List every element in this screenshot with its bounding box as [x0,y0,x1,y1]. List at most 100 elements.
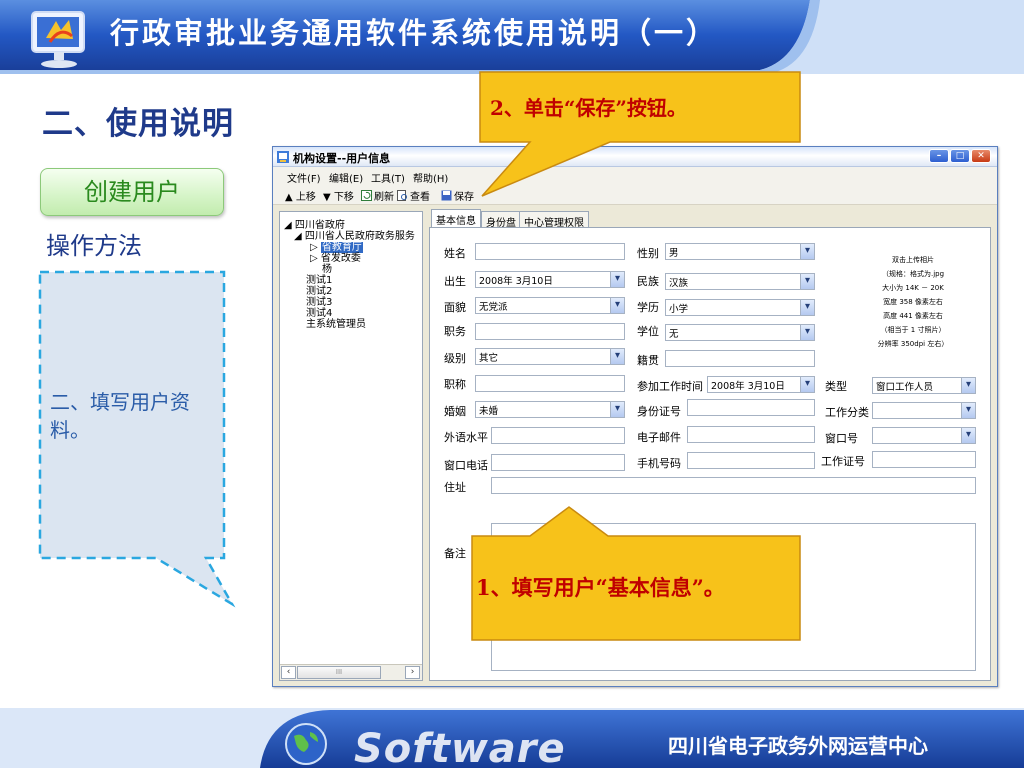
id-label: 身份证号 [637,405,681,418]
birth-label: 出生 [444,275,466,288]
birth-date-picker[interactable]: 2008年 3月10日 [475,271,625,288]
work-start-label: 参加工作时间 [637,380,703,393]
photo-hint-line: 双击上传相片 [892,256,934,264]
app-icon [277,151,289,163]
position-input[interactable] [475,323,625,340]
address-input[interactable] [491,477,976,494]
minimize-icon: – [936,151,942,161]
education-select[interactable]: 小学 [665,299,815,316]
type-label: 类型 [825,380,847,393]
save-label: 保存 [454,192,474,203]
menu-edit[interactable]: 编辑(E) [329,170,363,185]
section-title: 二、使用说明 [42,106,234,142]
refresh-button[interactable]: 刷新 [361,188,394,203]
degree-label: 学位 [637,325,659,338]
photo-hint-line: 宽度 358 像素左右 [883,298,943,306]
type-select[interactable]: 窗口工作人员 [872,377,976,394]
arrow-down-icon: ▼ [323,192,334,203]
title-input[interactable] [475,375,625,392]
remark-label: 备注 [444,547,466,560]
photo-upload-area[interactable]: 双击上传相片 （规格：格式为.jpg 大小为 14K － 20K 宽度 358 … [863,247,963,357]
email-label: 电子邮件 [637,431,681,444]
name-label: 姓名 [444,247,466,260]
political-label: 面貌 [444,301,466,314]
tree-node[interactable]: 主系统管理员 [306,315,366,330]
arrow-up-icon: ▲ [285,192,296,203]
move-down-button[interactable]: ▼ 下移 [323,188,354,203]
save-icon [441,190,452,201]
menubar: 文件(F) 编辑(E) 工具(T) 帮助(H) [273,167,997,185]
view-button[interactable]: 查看 [397,188,430,203]
photo-hint-line: （相当于 1 寸照片） [880,326,946,334]
title-label: 职称 [444,378,466,391]
globe-icon [285,723,327,765]
move-up-label: 上移 [295,192,316,203]
create-user-button[interactable]: 创建用户 [40,168,224,216]
window-no-label: 窗口号 [825,432,858,445]
photo-hint-line: 分辨率 350dpi 左右） [877,340,949,348]
menu-tools[interactable]: 工具(T) [371,170,405,185]
scroll-thumb[interactable]: III [297,666,381,679]
footer-org-name: 四川省电子政务外网运营中心 [668,734,928,758]
marriage-label: 婚姻 [444,405,466,418]
menu-file[interactable]: 文件(F) [287,170,321,185]
window-no-select[interactable] [872,427,976,444]
native-input[interactable] [665,350,815,367]
gender-select[interactable]: 男 [665,243,815,260]
slide: 行政审批业务通用软件系统使用说明（一） 二、使用说明 创建用户 操作方法 二、填… [0,0,1024,768]
education-label: 学历 [637,301,659,314]
position-label: 职务 [444,325,466,338]
scroll-right-icon[interactable]: › [405,666,420,679]
work-id-label: 工作证号 [821,455,865,468]
language-label: 外语水平 [444,431,488,444]
degree-select[interactable]: 无 [665,324,815,341]
move-down-label: 下移 [333,192,354,203]
work-class-select[interactable] [872,402,976,419]
mobile-label: 手机号码 [637,457,681,470]
banner-title: 行政审批业务通用软件系统使用说明（一） [110,16,719,50]
rank-label: 级别 [444,352,466,365]
mobile-input[interactable] [687,452,815,469]
ethnic-label: 民族 [637,275,659,288]
photo-hint-line: 大小为 14K － 20K [882,284,944,292]
tab-basic-info[interactable]: 基本信息 [431,209,481,227]
marriage-select[interactable]: 未婚 [475,401,625,418]
political-select[interactable]: 无党派 [475,297,625,314]
tree-horizontal-scrollbar[interactable]: ‹ III › [280,664,422,680]
close-icon: ✕ [977,151,985,161]
scroll-left-icon[interactable]: ‹ [281,666,296,679]
window-phone-input[interactable] [491,454,625,471]
id-input[interactable] [687,399,815,416]
photo-hint-line: （规格：格式为.jpg [881,270,945,278]
work-class-label: 工作分类 [825,406,869,419]
tab-center-permissions[interactable]: 中心管理权限 [519,211,589,229]
window-title: 机构设置--用户信息 [293,152,391,165]
toolbar: ▲ 上移 ▼ 下移 刷新 查看 保存 [273,185,997,205]
save-button[interactable]: 保存 [441,188,474,203]
refresh-icon [361,190,372,201]
side-callout-text: 二、填写用户资料。 [50,390,190,442]
address-label: 住址 [444,481,466,494]
ethnic-select[interactable]: 汉族 [665,273,815,290]
save-callout-text: 2、单击“保存”按钮。 [490,96,687,120]
move-up-button[interactable]: ▲ 上移 [285,188,316,203]
native-label: 籍贯 [637,354,659,367]
org-tree: ◢ 四川省政府 ◢ 四川省人民政府政务服务 ▷ 省教育厅 ▷ 省发改委 杨 测试… [279,211,423,681]
rank-select[interactable]: 其它 [475,348,625,365]
tab-identity-disk[interactable]: 身份盘 [481,211,521,229]
email-input[interactable] [687,426,815,443]
menu-help[interactable]: 帮助(H) [413,170,448,185]
window-titlebar: 机构设置--用户信息 – □ ✕ [273,147,997,167]
method-label: 操作方法 [46,232,142,260]
view-icon [397,190,407,201]
work-id-input[interactable] [872,451,976,468]
language-input[interactable] [491,427,625,444]
minimize-button[interactable]: – [929,149,949,163]
tree-node[interactable]: ▷ 省发改委 [310,249,361,264]
close-button[interactable]: ✕ [971,149,991,163]
maximize-button[interactable]: □ [950,149,970,163]
software-brand-text: Software [354,726,566,768]
name-input[interactable] [475,243,625,260]
work-start-date-picker[interactable]: 2008年 3月10日 [707,376,815,393]
app-window: 机构设置--用户信息 – □ ✕ 文件(F) 编辑(E) 工具(T) 帮助(H)… [272,146,998,687]
